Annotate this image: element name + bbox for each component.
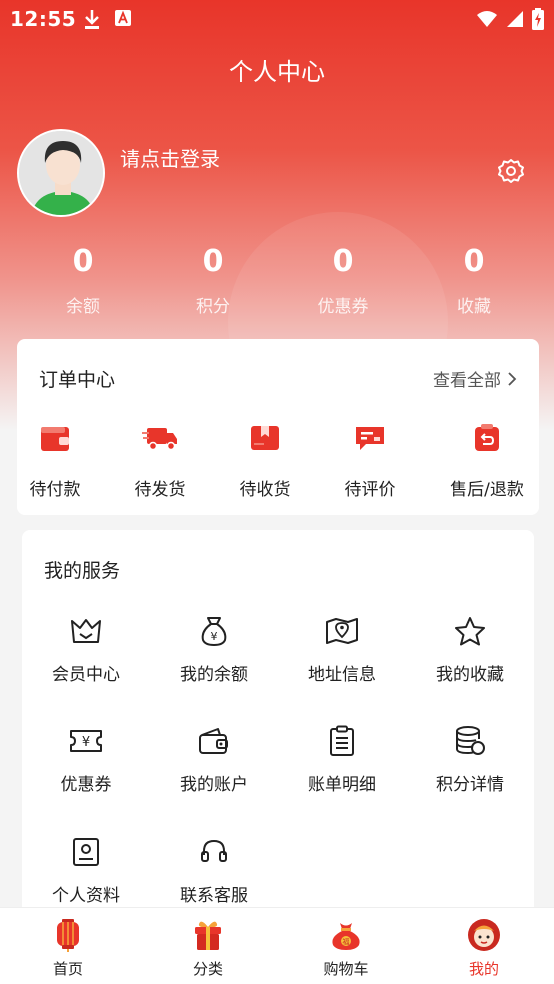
wifi-icon <box>477 11 497 27</box>
headset-icon <box>201 839 227 862</box>
view-all-label: 查看全部 <box>433 371 501 391</box>
tab-label: 分类 <box>192 960 223 978</box>
tab-category[interactable]: 分类 <box>148 916 268 979</box>
stat-points[interactable]: 0 积分 <box>153 242 273 317</box>
a-icon <box>115 10 131 26</box>
battery-icon <box>532 8 544 30</box>
profile-icon <box>73 838 99 866</box>
avatar[interactable] <box>17 129 105 217</box>
service-label: 账单明细 <box>308 775 376 795</box>
svg-text:¥: ¥ <box>211 630 218 643</box>
service-my-account[interactable]: 我的账户 <box>150 724 278 795</box>
stat-value: 0 <box>332 244 354 279</box>
comment-icon <box>356 427 384 450</box>
order-pending-payment[interactable]: 待付款 <box>0 421 110 500</box>
stat-favorites[interactable]: 0 收藏 <box>414 242 534 317</box>
svg-text:¥: ¥ <box>82 735 90 750</box>
bottom-tab-bar: 首页 分类 福 购物车 我的 <box>0 907 554 984</box>
stat-label: 优惠券 <box>317 297 369 317</box>
gift-box-icon <box>195 921 221 950</box>
wallet-outline-icon <box>199 728 228 754</box>
service-label: 我的收藏 <box>436 665 504 685</box>
stat-balance[interactable]: 0 余额 <box>23 242 143 317</box>
service-label: 积分详情 <box>436 775 504 795</box>
service-coupons[interactable]: ¥ 优惠券 <box>22 724 150 795</box>
ticket-icon: ¥ <box>70 730 102 752</box>
truck-icon <box>142 428 177 451</box>
lucky-bag-icon: 福 <box>332 923 360 950</box>
service-label: 我的余额 <box>180 665 248 685</box>
service-points-details[interactable]: 积分详情 <box>406 724 534 795</box>
tab-label: 我的 <box>468 960 499 978</box>
svg-text:福: 福 <box>343 937 350 946</box>
order-pending-review[interactable]: 待评价 <box>315 421 425 500</box>
refund-icon <box>475 424 499 451</box>
default-avatar-icon <box>19 131 103 215</box>
stat-coupons[interactable]: 0 优惠券 <box>283 242 403 317</box>
star-icon <box>455 617 485 646</box>
chevron-right-icon <box>508 371 517 386</box>
page-title: 个人中心 <box>229 58 325 86</box>
wallet-icon <box>41 427 69 451</box>
orders-card: 订单中心 查看全部 待付款 待发货 待收货 待评价 售后/退款 <box>17 339 539 515</box>
signal-icon <box>507 11 523 27</box>
order-pending-shipment[interactable]: 待发货 <box>105 421 215 500</box>
view-all-orders-link[interactable]: 查看全部 <box>433 366 517 391</box>
service-label: 会员中心 <box>52 665 120 685</box>
box-icon <box>251 426 279 450</box>
service-my-balance[interactable]: ¥ 我的余额 <box>150 614 278 685</box>
stat-label: 收藏 <box>457 297 491 317</box>
tab-label: 首页 <box>52 960 83 978</box>
order-label: 待发货 <box>134 480 186 500</box>
coins-icon <box>456 726 485 755</box>
stat-label: 余额 <box>66 297 100 317</box>
stat-value: 0 <box>463 244 485 279</box>
tab-mine[interactable]: 我的 <box>424 916 544 979</box>
mascot-icon <box>468 919 500 951</box>
lantern-icon <box>57 919 79 952</box>
clipboard-icon <box>330 725 354 756</box>
service-label: 个人资料 <box>52 886 120 906</box>
stat-label: 积分 <box>196 297 230 317</box>
order-after-sales[interactable]: 售后/退款 <box>432 421 542 500</box>
service-label: 联系客服 <box>180 886 248 906</box>
status-bar: 12:55 <box>0 0 554 38</box>
stat-value: 0 <box>72 244 94 279</box>
services-card: 我的服务 会员中心 ¥ 我的余额 地址信息 我的收藏 ¥ 优惠券 我的账户 账单… <box>22 530 534 930</box>
services-title: 我的服务 <box>44 560 121 582</box>
order-label: 待收货 <box>239 480 291 500</box>
service-label: 地址信息 <box>308 665 376 685</box>
service-customer-support[interactable]: 联系客服 <box>150 835 278 906</box>
login-prompt[interactable]: 请点击登录 <box>120 143 220 172</box>
order-pending-receipt[interactable]: 待收货 <box>210 421 320 500</box>
crown-icon <box>71 619 101 643</box>
status-time: 12:55 <box>10 7 77 31</box>
service-my-favorites[interactable]: 我的收藏 <box>406 614 534 685</box>
tab-cart[interactable]: 福 购物车 <box>286 916 406 979</box>
service-bill-details[interactable]: 账单明细 <box>278 724 406 795</box>
service-label: 优惠券 <box>60 775 112 795</box>
order-label: 待付款 <box>29 480 81 500</box>
orders-title: 订单中心 <box>39 369 116 391</box>
tab-label: 购物车 <box>323 960 369 978</box>
order-label: 待评价 <box>344 480 396 500</box>
download-icon <box>85 10 99 29</box>
service-address-info[interactable]: 地址信息 <box>278 614 406 685</box>
map-icon <box>326 618 358 644</box>
money-bag-icon: ¥ <box>201 617 227 647</box>
stat-value: 0 <box>202 244 224 279</box>
order-label: 售后/退款 <box>450 480 524 500</box>
tab-home[interactable]: 首页 <box>8 916 128 979</box>
service-member-center[interactable]: 会员中心 <box>22 614 150 685</box>
service-label: 我的账户 <box>180 775 248 795</box>
gear-icon <box>498 159 524 183</box>
settings-button[interactable] <box>497 157 525 185</box>
service-personal-info[interactable]: 个人资料 <box>22 835 150 906</box>
